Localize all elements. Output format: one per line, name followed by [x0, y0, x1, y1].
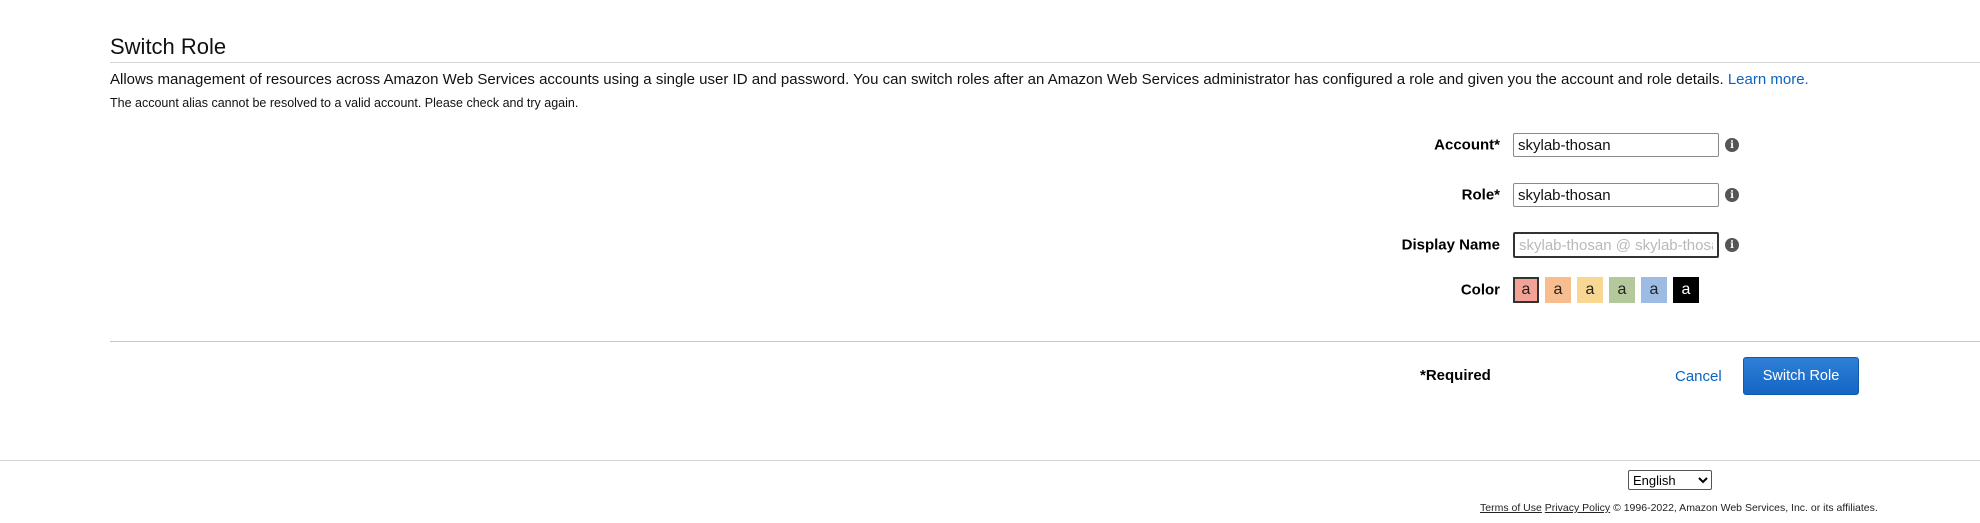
- info-icon[interactable]: i: [1725, 238, 1739, 252]
- account-label: Account*: [1434, 136, 1500, 154]
- color-swatch[interactable]: a: [1545, 277, 1571, 303]
- switch-role-page: Switch Role Allows management of resourc…: [0, 0, 1980, 523]
- display-name-label: Display Name: [1401, 236, 1500, 254]
- error-message: The account alias cannot be resolved to …: [110, 96, 579, 110]
- account-row: Account* i: [0, 130, 1980, 160]
- copyright-text: © 1996-2022, Amazon Web Services, Inc. o…: [1613, 502, 1878, 514]
- color-row: Color aaaaaa: [0, 275, 1980, 305]
- language-select[interactable]: English: [1628, 470, 1712, 490]
- footer-divider: [0, 460, 1980, 461]
- display-name-row: Display Name i: [0, 230, 1980, 260]
- learn-more-link[interactable]: Learn more.: [1728, 71, 1809, 88]
- color-swatch[interactable]: a: [1609, 277, 1635, 303]
- title-divider: [110, 62, 1980, 63]
- info-icon[interactable]: i: [1725, 138, 1739, 152]
- account-input[interactable]: [1513, 133, 1719, 157]
- cancel-link[interactable]: Cancel: [1675, 368, 1722, 385]
- color-swatch[interactable]: a: [1673, 277, 1699, 303]
- color-swatch[interactable]: a: [1577, 277, 1603, 303]
- color-swatch[interactable]: a: [1641, 277, 1667, 303]
- role-row: Role* i: [0, 180, 1980, 210]
- privacy-policy-link[interactable]: Privacy Policy: [1545, 502, 1610, 514]
- description-text: Allows management of resources across Am…: [110, 71, 1724, 88]
- role-label: Role*: [1461, 186, 1500, 204]
- switch-role-button[interactable]: Switch Role: [1743, 357, 1859, 395]
- role-input[interactable]: [1513, 183, 1719, 207]
- terms-of-use-link[interactable]: Terms of Use: [1480, 502, 1542, 514]
- required-note: *Required: [1420, 367, 1491, 384]
- color-swatch[interactable]: a: [1513, 277, 1539, 303]
- form-divider: [110, 341, 1980, 342]
- page-description: Allows management of resources across Am…: [110, 71, 1809, 88]
- display-name-input[interactable]: [1513, 232, 1719, 258]
- color-label: Color: [1460, 281, 1500, 299]
- page-title: Switch Role: [110, 34, 227, 59]
- info-icon[interactable]: i: [1725, 188, 1739, 202]
- color-swatch-group: aaaaaa: [1513, 277, 1699, 303]
- footer-links: Terms of Use Privacy Policy © 1996-2022,…: [1480, 502, 1878, 514]
